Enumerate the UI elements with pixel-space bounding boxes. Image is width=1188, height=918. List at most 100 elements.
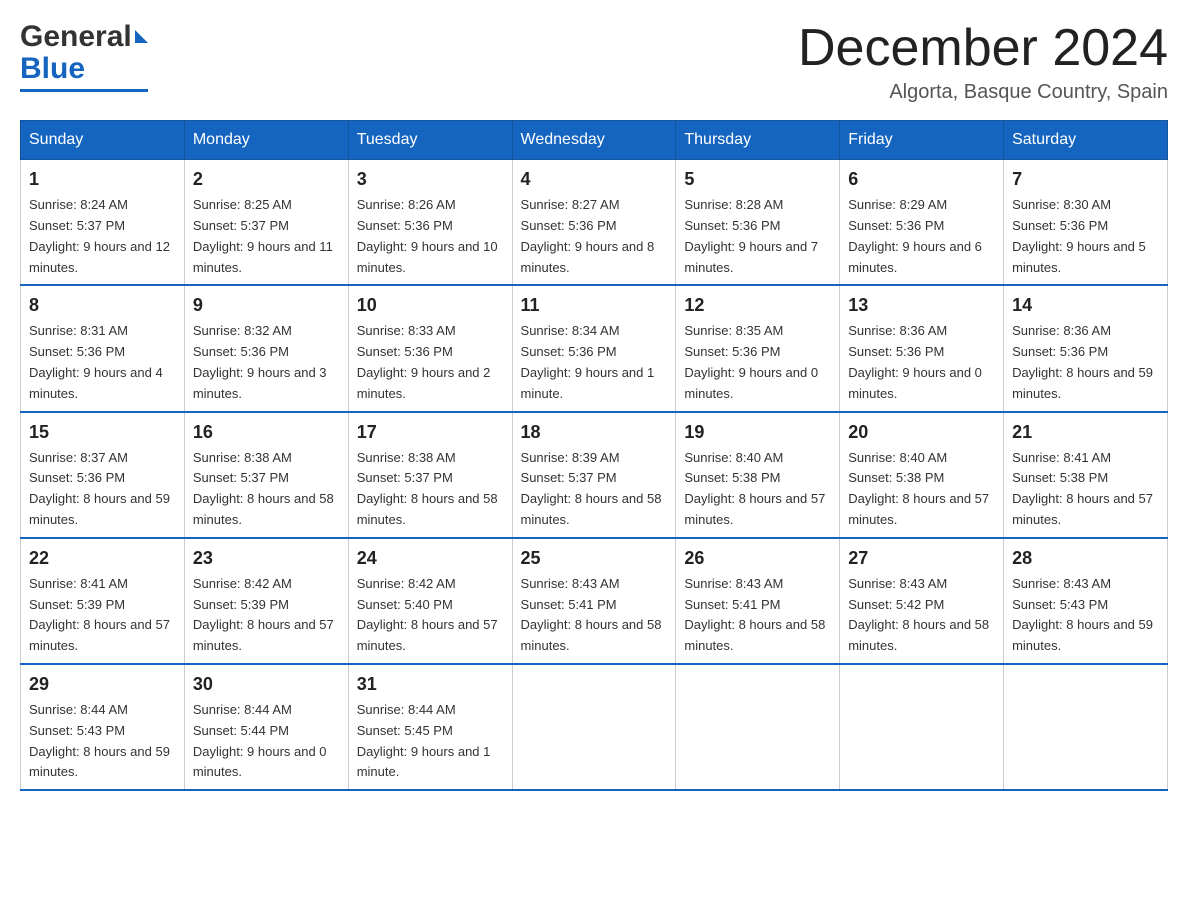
calendar-cell <box>676 664 840 790</box>
week-row-5: 29 Sunrise: 8:44 AMSunset: 5:43 PMDaylig… <box>21 664 1168 790</box>
day-number: 12 <box>684 292 831 319</box>
calendar-cell: 3 Sunrise: 8:26 AMSunset: 5:36 PMDayligh… <box>348 160 512 286</box>
day-info: Sunrise: 8:38 AMSunset: 5:37 PMDaylight:… <box>193 450 334 527</box>
day-info: Sunrise: 8:44 AMSunset: 5:44 PMDaylight:… <box>193 702 327 779</box>
logo-general-text: General <box>20 20 132 54</box>
day-number: 25 <box>521 545 668 572</box>
day-number: 4 <box>521 166 668 193</box>
logo-area: General Blue <box>20 20 148 92</box>
day-number: 31 <box>357 671 504 698</box>
col-tuesday: Tuesday <box>348 121 512 160</box>
day-info: Sunrise: 8:39 AMSunset: 5:37 PMDaylight:… <box>521 450 662 527</box>
day-number: 14 <box>1012 292 1159 319</box>
calendar-cell: 31 Sunrise: 8:44 AMSunset: 5:45 PMDaylig… <box>348 664 512 790</box>
day-info: Sunrise: 8:43 AMSunset: 5:42 PMDaylight:… <box>848 576 989 653</box>
col-friday: Friday <box>840 121 1004 160</box>
day-info: Sunrise: 8:29 AMSunset: 5:36 PMDaylight:… <box>848 197 982 274</box>
day-info: Sunrise: 8:30 AMSunset: 5:36 PMDaylight:… <box>1012 197 1146 274</box>
calendar-cell: 5 Sunrise: 8:28 AMSunset: 5:36 PMDayligh… <box>676 160 840 286</box>
logo-blue-text: Blue <box>20 52 85 86</box>
calendar-header-row: Sunday Monday Tuesday Wednesday Thursday… <box>21 121 1168 160</box>
day-number: 18 <box>521 419 668 446</box>
day-number: 29 <box>29 671 176 698</box>
day-info: Sunrise: 8:25 AMSunset: 5:37 PMDaylight:… <box>193 197 333 274</box>
day-info: Sunrise: 8:35 AMSunset: 5:36 PMDaylight:… <box>684 323 818 400</box>
logo-flag-icon <box>135 30 148 43</box>
day-number: 11 <box>521 292 668 319</box>
calendar-cell: 15 Sunrise: 8:37 AMSunset: 5:36 PMDaylig… <box>21 412 185 538</box>
calendar-cell: 20 Sunrise: 8:40 AMSunset: 5:38 PMDaylig… <box>840 412 1004 538</box>
day-number: 27 <box>848 545 995 572</box>
day-number: 30 <box>193 671 340 698</box>
day-info: Sunrise: 8:32 AMSunset: 5:36 PMDaylight:… <box>193 323 327 400</box>
calendar-cell: 16 Sunrise: 8:38 AMSunset: 5:37 PMDaylig… <box>184 412 348 538</box>
calendar-cell: 2 Sunrise: 8:25 AMSunset: 5:37 PMDayligh… <box>184 160 348 286</box>
day-info: Sunrise: 8:27 AMSunset: 5:36 PMDaylight:… <box>521 197 655 274</box>
calendar-cell: 24 Sunrise: 8:42 AMSunset: 5:40 PMDaylig… <box>348 538 512 664</box>
calendar-cell: 17 Sunrise: 8:38 AMSunset: 5:37 PMDaylig… <box>348 412 512 538</box>
day-info: Sunrise: 8:43 AMSunset: 5:41 PMDaylight:… <box>684 576 825 653</box>
day-number: 5 <box>684 166 831 193</box>
day-number: 17 <box>357 419 504 446</box>
calendar-cell: 23 Sunrise: 8:42 AMSunset: 5:39 PMDaylig… <box>184 538 348 664</box>
day-number: 22 <box>29 545 176 572</box>
calendar-cell: 18 Sunrise: 8:39 AMSunset: 5:37 PMDaylig… <box>512 412 676 538</box>
calendar-cell: 7 Sunrise: 8:30 AMSunset: 5:36 PMDayligh… <box>1004 160 1168 286</box>
day-info: Sunrise: 8:24 AMSunset: 5:37 PMDaylight:… <box>29 197 170 274</box>
calendar-cell: 14 Sunrise: 8:36 AMSunset: 5:36 PMDaylig… <box>1004 285 1168 411</box>
day-number: 13 <box>848 292 995 319</box>
day-number: 21 <box>1012 419 1159 446</box>
day-number: 16 <box>193 419 340 446</box>
day-number: 10 <box>357 292 504 319</box>
day-number: 7 <box>1012 166 1159 193</box>
calendar-cell: 26 Sunrise: 8:43 AMSunset: 5:41 PMDaylig… <box>676 538 840 664</box>
day-info: Sunrise: 8:37 AMSunset: 5:36 PMDaylight:… <box>29 450 170 527</box>
day-info: Sunrise: 8:41 AMSunset: 5:38 PMDaylight:… <box>1012 450 1153 527</box>
calendar-cell <box>1004 664 1168 790</box>
calendar-cell <box>840 664 1004 790</box>
header: General Blue December 2024 Algorta, Basq… <box>20 20 1168 104</box>
day-info: Sunrise: 8:36 AMSunset: 5:36 PMDaylight:… <box>1012 323 1153 400</box>
day-info: Sunrise: 8:42 AMSunset: 5:40 PMDaylight:… <box>357 576 498 653</box>
calendar-cell: 8 Sunrise: 8:31 AMSunset: 5:36 PMDayligh… <box>21 285 185 411</box>
calendar-cell: 22 Sunrise: 8:41 AMSunset: 5:39 PMDaylig… <box>21 538 185 664</box>
title-area: December 2024 Algorta, Basque Country, S… <box>798 20 1168 104</box>
day-info: Sunrise: 8:36 AMSunset: 5:36 PMDaylight:… <box>848 323 982 400</box>
day-info: Sunrise: 8:43 AMSunset: 5:43 PMDaylight:… <box>1012 576 1153 653</box>
calendar-cell: 10 Sunrise: 8:33 AMSunset: 5:36 PMDaylig… <box>348 285 512 411</box>
day-info: Sunrise: 8:34 AMSunset: 5:36 PMDaylight:… <box>521 323 655 400</box>
day-number: 24 <box>357 545 504 572</box>
subtitle: Algorta, Basque Country, Spain <box>798 81 1168 104</box>
day-number: 26 <box>684 545 831 572</box>
calendar-cell: 21 Sunrise: 8:41 AMSunset: 5:38 PMDaylig… <box>1004 412 1168 538</box>
day-info: Sunrise: 8:40 AMSunset: 5:38 PMDaylight:… <box>684 450 825 527</box>
day-number: 1 <box>29 166 176 193</box>
day-info: Sunrise: 8:33 AMSunset: 5:36 PMDaylight:… <box>357 323 491 400</box>
calendar-table: Sunday Monday Tuesday Wednesday Thursday… <box>20 120 1168 791</box>
calendar-cell: 13 Sunrise: 8:36 AMSunset: 5:36 PMDaylig… <box>840 285 1004 411</box>
day-info: Sunrise: 8:31 AMSunset: 5:36 PMDaylight:… <box>29 323 163 400</box>
week-row-2: 8 Sunrise: 8:31 AMSunset: 5:36 PMDayligh… <box>21 285 1168 411</box>
calendar-cell: 1 Sunrise: 8:24 AMSunset: 5:37 PMDayligh… <box>21 160 185 286</box>
week-row-3: 15 Sunrise: 8:37 AMSunset: 5:36 PMDaylig… <box>21 412 1168 538</box>
day-info: Sunrise: 8:41 AMSunset: 5:39 PMDaylight:… <box>29 576 170 653</box>
col-wednesday: Wednesday <box>512 121 676 160</box>
logo: General <box>20 20 148 54</box>
calendar-cell: 29 Sunrise: 8:44 AMSunset: 5:43 PMDaylig… <box>21 664 185 790</box>
calendar-cell: 28 Sunrise: 8:43 AMSunset: 5:43 PMDaylig… <box>1004 538 1168 664</box>
col-sunday: Sunday <box>21 121 185 160</box>
week-row-4: 22 Sunrise: 8:41 AMSunset: 5:39 PMDaylig… <box>21 538 1168 664</box>
day-info: Sunrise: 8:26 AMSunset: 5:36 PMDaylight:… <box>357 197 498 274</box>
day-info: Sunrise: 8:43 AMSunset: 5:41 PMDaylight:… <box>521 576 662 653</box>
day-number: 19 <box>684 419 831 446</box>
day-number: 20 <box>848 419 995 446</box>
day-number: 9 <box>193 292 340 319</box>
calendar-cell: 27 Sunrise: 8:43 AMSunset: 5:42 PMDaylig… <box>840 538 1004 664</box>
col-thursday: Thursday <box>676 121 840 160</box>
main-title: December 2024 <box>798 20 1168 77</box>
day-number: 23 <box>193 545 340 572</box>
calendar-cell: 4 Sunrise: 8:27 AMSunset: 5:36 PMDayligh… <box>512 160 676 286</box>
day-number: 28 <box>1012 545 1159 572</box>
day-info: Sunrise: 8:38 AMSunset: 5:37 PMDaylight:… <box>357 450 498 527</box>
logo-blue-row: Blue <box>20 52 85 86</box>
